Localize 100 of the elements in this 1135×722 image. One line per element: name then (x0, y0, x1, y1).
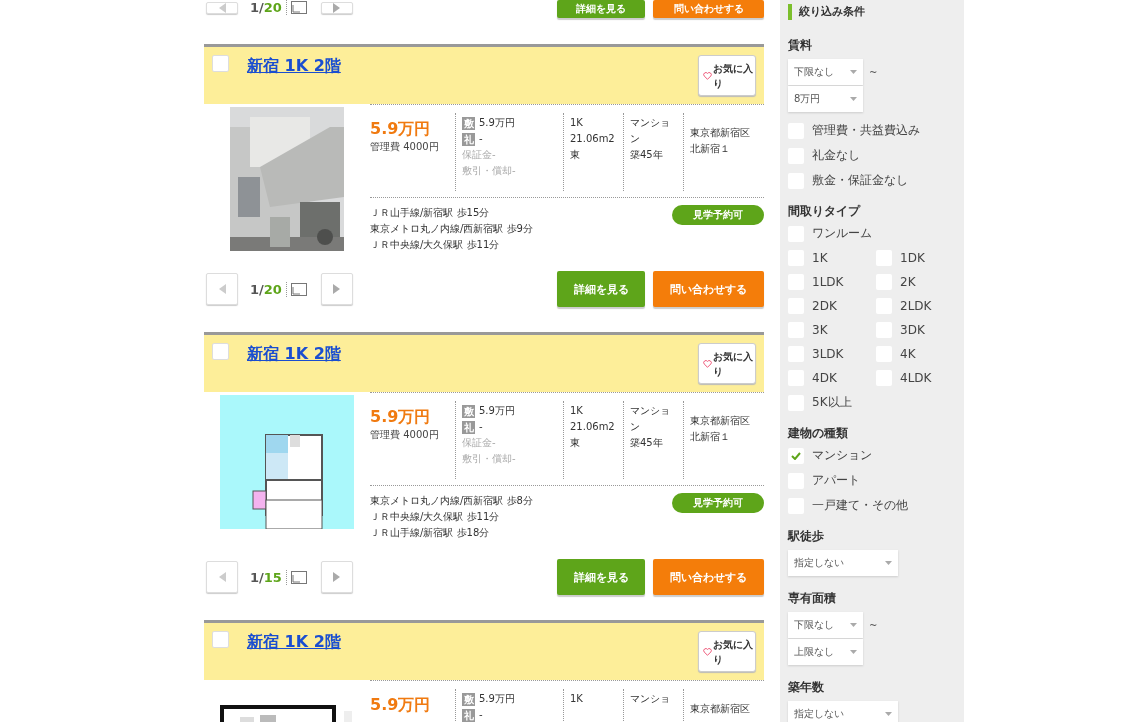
checkbox-label: 管理費・共益費込み (812, 122, 920, 139)
building-type: マンション (630, 116, 671, 146)
deposit-value: 5.9万円 (479, 692, 515, 706)
next-button[interactable] (320, 273, 353, 305)
building-age: 築45年 (630, 436, 664, 450)
filter-heading: 築年数 (788, 679, 825, 696)
amortization-text: 敷引・償却- (462, 164, 517, 178)
dropdown[interactable]: 上限なし (788, 639, 863, 665)
caret-icon (850, 623, 857, 627)
photo-counter: 1/20 (238, 0, 287, 15)
listing-title-link[interactable]: 新宿 1K 2階 (247, 344, 341, 365)
management-fee: 管理費 4000円 (370, 428, 440, 442)
checkbox-label: 1DK (900, 251, 925, 265)
guarantee-text: 保証金- (462, 436, 497, 450)
filter-heading: 駅徒歩 (788, 528, 825, 545)
dropdown[interactable]: 8万円 (788, 86, 863, 112)
caret-icon (850, 70, 857, 74)
checkbox-label: 3DK (900, 323, 925, 337)
filter-heading: 建物の種類 (788, 425, 849, 442)
direction-text: 東 (570, 436, 581, 450)
favorite-button[interactable]: お気に入り (698, 55, 756, 96)
checkbox-label: 一戸建て・その他 (812, 497, 908, 514)
image-icon (290, 570, 307, 584)
checkbox-label: 礼金なし (812, 147, 860, 164)
checkbox-label: 1LDK (812, 275, 844, 289)
previous-button[interactable] (206, 561, 238, 593)
image-icon (290, 282, 307, 296)
key-money-value: - (479, 708, 483, 722)
amortization-text: 敷引・償却- (462, 452, 517, 466)
dropdown[interactable]: 下限なし (788, 59, 863, 85)
photo-counter: 1/20 (238, 281, 287, 297)
listing-title-link[interactable]: 新宿 1K 2階 (247, 56, 341, 77)
building-age: 築45年 (630, 148, 664, 162)
checkbox[interactable] (212, 631, 229, 648)
checkbox[interactable] (212, 55, 229, 72)
checkbox[interactable] (788, 447, 804, 464)
right-arrow-icon (333, 284, 341, 294)
right-arrow-icon (333, 2, 341, 13)
checkbox-label: 3K (812, 323, 828, 337)
range-separator: ~ (869, 66, 878, 78)
checkbox-label: アパート (812, 472, 860, 489)
rent-price: 5.9万円 (370, 407, 432, 427)
filter-heading: 賃料 (788, 37, 813, 54)
checkbox-label: 4DK (812, 371, 837, 385)
deposit-value: 5.9万円 (479, 116, 515, 130)
range-separator: ~ (869, 619, 878, 631)
filter-panel-title: 絞り込み条件 (788, 4, 956, 20)
left-arrow-icon (218, 2, 226, 13)
guarantee-text: 保証金- (462, 148, 497, 162)
address-line: 東京都新宿区 (690, 126, 751, 140)
left-arrow-icon (218, 284, 226, 294)
next-button[interactable] (320, 561, 353, 593)
filter-heading: 間取りタイプ (788, 203, 862, 220)
checkbox-label: マンション (812, 447, 872, 464)
checkbox-label: 2LDK (900, 299, 932, 313)
favorite-button[interactable]: お気に入り (698, 631, 756, 672)
rent-price: 5.9万円 (370, 695, 432, 715)
key-money-badge: 礼 (462, 420, 475, 434)
layout-text: 1K (570, 116, 584, 130)
checkbox-label: 2DK (812, 299, 837, 313)
listing-title-link[interactable]: 新宿 1K 2階 (247, 632, 341, 653)
address-line: 北新宿１ (690, 430, 731, 444)
check-icon (791, 451, 801, 460)
layout-text: 1K (570, 404, 584, 418)
key-money-badge: 礼 (462, 132, 475, 146)
left-arrow-icon (218, 572, 226, 582)
heart-icon (703, 647, 712, 656)
deposit-badge: 敷 (462, 404, 475, 418)
checkbox-label: 1K (812, 251, 828, 265)
key-money-badge: 礼 (462, 708, 475, 722)
building-type: マンション (630, 404, 671, 434)
address-line: 北新宿１ (690, 142, 731, 156)
management-fee: 管理費 4000円 (370, 140, 440, 154)
viewing-badge: 見学予約可 (672, 493, 764, 513)
next-button[interactable] (320, 1, 353, 14)
caret-icon (850, 650, 857, 654)
layout-text: 1K (570, 692, 584, 706)
deposit-value: 5.9万円 (479, 404, 515, 418)
dropdown[interactable]: 指定しない (788, 701, 898, 722)
deposit-badge: 敷 (462, 116, 475, 130)
checkbox[interactable] (212, 343, 229, 360)
heart-icon (703, 71, 712, 80)
deposit-badge: 敷 (462, 692, 475, 706)
address-line: 東京都新宿区 (690, 414, 751, 428)
station-access: ＪＲ山手線/新宿駅 歩18分 (370, 526, 491, 540)
previous-button[interactable] (206, 1, 238, 14)
previous-button[interactable] (206, 273, 238, 305)
checkbox-label: 3LDK (812, 347, 844, 361)
right-arrow-icon (333, 572, 341, 582)
key-money-value: - (479, 132, 483, 146)
checkbox-label: ワンルーム (812, 225, 872, 242)
rent-price: 5.9万円 (370, 119, 432, 139)
dropdown[interactable]: 指定しない (788, 550, 898, 576)
station-access: 東京メトロ丸ノ内線/西新宿駅 歩9分 (370, 222, 533, 236)
station-access: ＪＲ中央線/大久保駅 歩11分 (370, 510, 501, 524)
dropdown[interactable]: 下限なし (788, 612, 863, 638)
caret-icon (850, 97, 857, 101)
heart-icon (703, 359, 712, 368)
favorite-button[interactable]: お気に入り (698, 343, 756, 384)
station-access: ＪＲ中央線/大久保駅 歩11分 (370, 238, 501, 252)
